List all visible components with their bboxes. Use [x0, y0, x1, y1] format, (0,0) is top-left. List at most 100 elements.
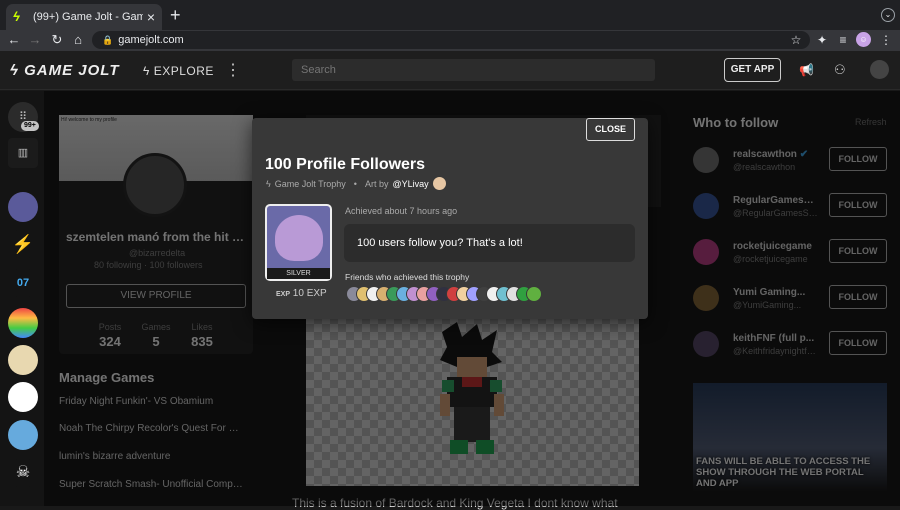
user-avatar[interactable] [693, 193, 719, 219]
post-description: This is a fusion of Bardock and King Veg… [292, 496, 618, 510]
bookmark-star-icon[interactable]: ☆ [788, 31, 804, 49]
friend-avatar[interactable] [526, 286, 542, 302]
view-profile-button[interactable]: VIEW PROFILE [66, 284, 246, 308]
achieved-time: Achieved about 7 hours ago [345, 206, 458, 216]
library-icon[interactable]: ▥ [8, 138, 38, 168]
user-name[interactable]: Yumi Gaming... [733, 287, 818, 298]
notification-badge: 99+ [21, 121, 39, 131]
stat-value: 5 [152, 334, 160, 349]
user-handle: @RegularGamesSt... [733, 208, 818, 218]
new-tab-button[interactable]: + [170, 5, 188, 25]
user-name[interactable]: realscawthon ✔ [733, 149, 818, 160]
game-list-item[interactable]: lumin's bizarre adventure [59, 451, 244, 462]
forward-icon[interactable]: → [27, 30, 43, 50]
stat-value: 324 [99, 334, 121, 349]
artist-avatar[interactable] [432, 177, 446, 190]
follow-button[interactable]: FOLLOW [829, 147, 887, 171]
user-handle: @rocketjuicegame [733, 254, 808, 264]
trophy-meta: ϟ Game Jolt Trophy • Art by @YLivay [266, 177, 446, 190]
more-menu-icon[interactable]: ⋮ [225, 60, 241, 80]
browser-tab[interactable]: ϟ (99+) Game Jolt - Games for the love o… [6, 4, 162, 30]
user-name[interactable]: rocketjuicegame [733, 241, 818, 252]
extensions-icon[interactable]: ✦ [814, 31, 830, 49]
trophy-art [275, 215, 323, 261]
friends-avatars [346, 286, 542, 302]
browser-profile-avatar[interactable]: ☺ [856, 32, 871, 47]
community-icon[interactable]: ☠ [8, 458, 38, 488]
exp-icon: EXP [276, 291, 291, 298]
refresh-link[interactable]: Refresh [855, 117, 887, 127]
follow-button[interactable]: FOLLOW [829, 193, 887, 217]
explore-link[interactable]: ϟ EXPLORE [143, 64, 214, 78]
tab-title: (99+) Game Jolt - Games for the love of … [33, 11, 143, 23]
ad-caption: FANS WILL BE ABLE TO ACCESS THE SHOW THR… [696, 456, 871, 489]
community-icon[interactable]: 07 [8, 268, 38, 298]
stat-label: Games [141, 322, 171, 332]
explore-label: EXPLORE [153, 64, 214, 78]
user-avatar[interactable] [870, 60, 889, 79]
artist-link[interactable]: @YLivay [392, 179, 428, 189]
url-text: gamejolt.com [118, 34, 184, 46]
follow-button[interactable]: FOLLOW [829, 285, 887, 309]
trophy-exp: EXP 10 EXP [276, 288, 327, 299]
user-name[interactable]: keithFNF (full p... [733, 333, 818, 344]
friends-icon[interactable]: ⚇ [834, 62, 846, 78]
user-handle: @Keithfridaynightfu... [733, 346, 818, 356]
community-icon[interactable] [8, 192, 38, 222]
profile-avatar[interactable] [123, 153, 187, 217]
manage-games-title: Manage Games [59, 370, 155, 385]
user-avatar[interactable] [693, 239, 719, 265]
get-app-button[interactable]: GET APP [724, 58, 781, 82]
trophy-tier: SILVER [267, 268, 330, 279]
url-bar[interactable]: 🔒 gamejolt.com [92, 31, 810, 49]
stat-value: 835 [191, 334, 213, 349]
tab-search-icon[interactable]: ⌄ [881, 8, 895, 22]
home-icon[interactable]: ⌂ [70, 30, 86, 50]
reload-icon[interactable]: ↻ [49, 30, 65, 50]
game-list-item[interactable]: Noah The Chirpy Recolor's Quest For Be..… [59, 423, 244, 434]
who-to-follow-title: Who to follow [693, 115, 779, 130]
stat-label: Posts [98, 322, 122, 332]
gamejolt-logo[interactable]: ϟ GAME JOLT [10, 62, 120, 79]
media-queue-icon[interactable]: ≡ [835, 31, 851, 49]
trophy-type: Game Jolt Trophy [274, 178, 346, 189]
search-input[interactable] [292, 59, 655, 81]
logo-bolt-icon: ϟ [10, 62, 25, 79]
pixel-character-sprite [440, 322, 504, 454]
browser-menu-icon[interactable]: ⋮ [878, 31, 894, 49]
profile-name[interactable]: szemtelen manó from the hit game [66, 230, 248, 244]
community-icon[interactable]: ⚡ [8, 229, 38, 259]
trophy-title: 100 Profile Followers [265, 156, 426, 173]
trophy-type-icon: ϟ [266, 178, 271, 189]
logo-text: GAME JOLT [24, 62, 120, 79]
user-avatar[interactable] [693, 285, 719, 311]
user-avatar[interactable] [693, 147, 719, 173]
follow-button[interactable]: FOLLOW [829, 331, 887, 355]
community-icon[interactable] [8, 382, 38, 412]
explore-icon: ϟ [143, 64, 154, 78]
community-icon[interactable] [8, 420, 38, 450]
stat-label: Likes [191, 322, 213, 332]
back-icon[interactable]: ← [6, 30, 22, 50]
art-by-label: Art by [364, 178, 389, 189]
user-handle: @realscawthon [733, 162, 796, 172]
community-icon[interactable] [8, 345, 38, 375]
gamejolt-favicon-icon: ϟ [13, 9, 20, 24]
user-avatar[interactable] [693, 331, 719, 357]
community-icon[interactable] [8, 308, 38, 338]
user-name[interactable]: RegularGamesS... [733, 195, 818, 206]
exp-value: 10 EXP [292, 288, 327, 299]
follow-button[interactable]: FOLLOW [829, 239, 887, 263]
lock-icon: 🔒 [102, 35, 114, 45]
user-handle: @YumiGaming... [733, 300, 802, 310]
tab-close-icon[interactable]: × [147, 9, 155, 25]
game-list-item[interactable]: Friday Night Funkin'- VS Obamium [59, 396, 244, 407]
verified-icon: ✔ [799, 149, 809, 160]
banner-text: Hi! welcome to my profile [61, 117, 117, 123]
friends-label: Friends who achieved this trophy [345, 272, 470, 282]
follow-stats[interactable]: 80 following · 100 followers [94, 260, 203, 270]
game-list-item[interactable]: Super Scratch Smash- Unofficial Comput..… [59, 479, 244, 490]
close-button[interactable]: CLOSE [586, 118, 635, 141]
trophy-description: 100 users follow you? That's a lot! [344, 224, 635, 262]
announcements-icon[interactable]: 📢 [799, 63, 814, 77]
